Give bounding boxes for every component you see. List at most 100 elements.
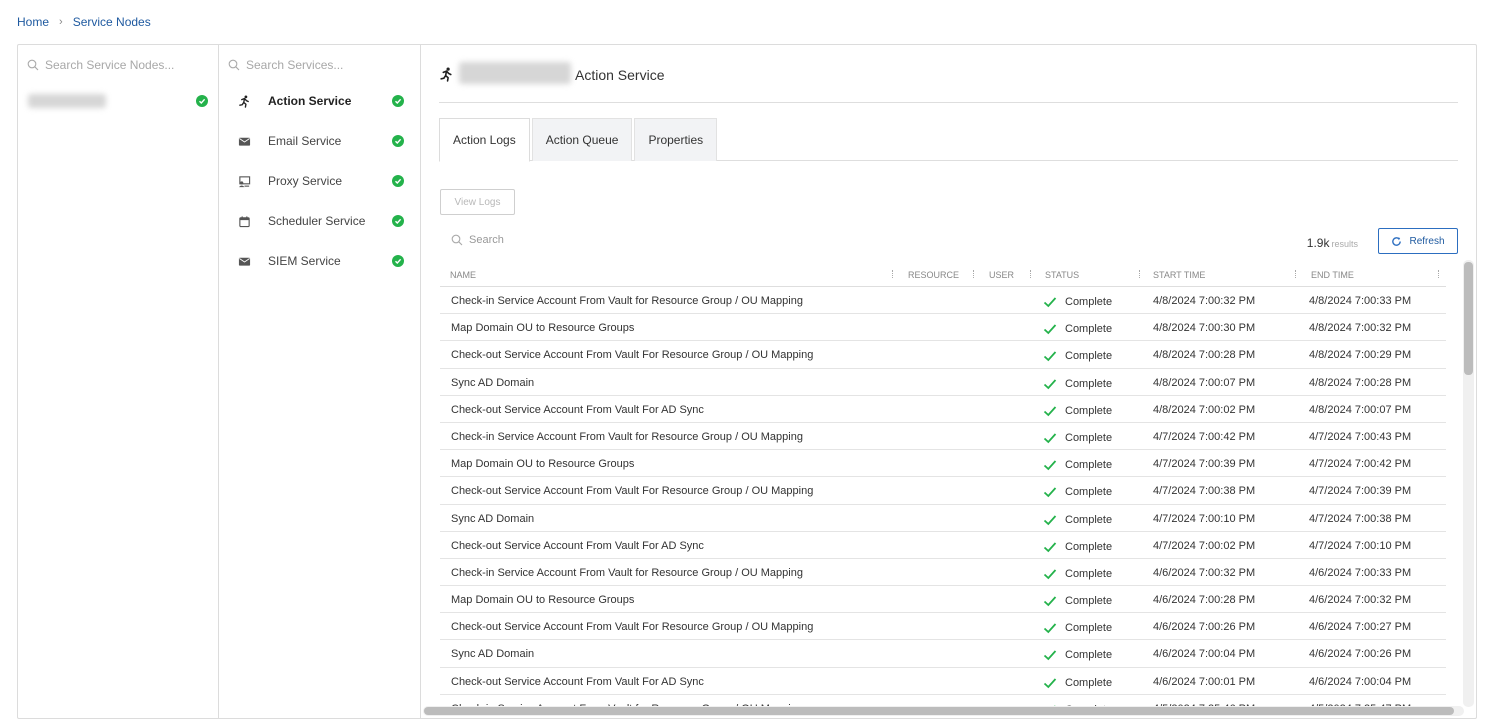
column-resize-handle[interactable] <box>973 270 974 278</box>
column-resize-handle[interactable] <box>1438 270 1439 278</box>
column-header-end-time[interactable]: End Time <box>1311 270 1354 280</box>
table-row[interactable]: Check-in Service Account From Vault for … <box>440 559 1446 587</box>
cell-start-time: 4/8/2024 7:00:28 PM <box>1153 349 1256 362</box>
breadcrumb-current-link[interactable]: Service Nodes <box>73 15 151 29</box>
chevron-right-icon: › <box>59 16 63 28</box>
cell-end-time: 4/7/2024 7:00:10 PM <box>1309 539 1412 552</box>
table-row[interactable]: Check-out Service Account From Vault For… <box>440 341 1446 369</box>
table-row[interactable]: Map Domain OU to Resource Groups Complete… <box>440 314 1446 342</box>
search-icon <box>451 234 463 246</box>
results-count: 1.9k results <box>1307 236 1358 250</box>
cell-status: Complete <box>1043 485 1112 499</box>
vertical-scrollbar[interactable] <box>1463 260 1474 707</box>
cell-name: Check-out Service Account From Vault For… <box>451 403 704 416</box>
cell-end-time: 4/8/2024 7:00:07 PM <box>1309 403 1412 416</box>
service-item-scheduler[interactable]: Scheduler Service <box>237 210 404 232</box>
service-detail-panel: Action Service Action Logs Action Queue … <box>421 45 1476 718</box>
cell-status: Complete <box>1043 404 1112 418</box>
cell-name: Check-out Service Account From Vault For… <box>451 349 814 362</box>
check-icon <box>1043 324 1057 335</box>
service-search <box>228 56 411 74</box>
cell-start-time: 4/7/2024 7:00:42 PM <box>1153 430 1256 443</box>
cell-status: Complete <box>1043 513 1112 527</box>
check-circle-icon <box>392 215 404 227</box>
table-row[interactable]: Check-out Service Account From Vault For… <box>440 396 1446 423</box>
service-item-proxy[interactable]: Proxy Service <box>237 170 404 192</box>
tab-action-logs[interactable]: Action Logs <box>439 118 530 162</box>
check-icon <box>1043 623 1057 634</box>
cell-status: Complete <box>1043 540 1112 554</box>
service-item-label: Scheduler Service <box>268 214 366 228</box>
table-row[interactable]: Check-out Service Account From Vault For… <box>440 668 1446 695</box>
runner-icon <box>237 94 251 108</box>
status-label: Complete <box>1065 649 1113 662</box>
check-icon <box>1043 378 1057 389</box>
horizontal-scrollbar[interactable] <box>423 706 1464 716</box>
cell-start-time: 4/7/2024 7:00:39 PM <box>1153 458 1256 471</box>
cell-start-time: 4/6/2024 7:00:01 PM <box>1153 675 1256 688</box>
cell-start-time: 4/6/2024 7:00:28 PM <box>1153 594 1256 607</box>
node-item[interactable] <box>28 91 208 111</box>
service-search-input[interactable] <box>246 58 411 72</box>
check-icon <box>1043 297 1057 308</box>
refresh-button[interactable]: Refresh <box>1378 228 1458 254</box>
detail-tabs: Action Logs Action Queue Properties <box>439 118 1458 162</box>
service-item-siem[interactable]: SIEM Service <box>237 250 404 272</box>
cell-start-time: 4/6/2024 7:00:04 PM <box>1153 648 1256 661</box>
table-row[interactable]: Sync AD Domain Complete 4/6/2024 7:00:04 P… <box>440 640 1446 668</box>
cell-status: Complete <box>1043 349 1112 363</box>
page-title: Action Service <box>575 67 665 83</box>
column-resize-handle[interactable] <box>1030 270 1031 278</box>
column-header-user[interactable]: User <box>989 270 1014 280</box>
breadcrumb-home-link[interactable]: Home <box>17 15 49 29</box>
service-item-action[interactable]: Action Service <box>237 90 404 112</box>
column-header-start-time[interactable]: Start Time <box>1153 270 1205 280</box>
envelope-icon <box>237 254 251 268</box>
status-label: Complete <box>1065 377 1113 390</box>
scrollbar-thumb[interactable] <box>1464 262 1473 375</box>
table-row[interactable]: Check-in Service Account From Vault for … <box>440 287 1446 315</box>
table-row[interactable]: Map Domain OU to Resource Groups Complete… <box>440 586 1446 614</box>
cell-name: Check-out Service Account From Vault For… <box>451 675 704 688</box>
tab-properties[interactable]: Properties <box>634 118 718 161</box>
check-circle-icon <box>196 95 208 107</box>
node-search <box>27 56 209 74</box>
status-label: Complete <box>1065 296 1113 308</box>
column-resize-handle[interactable] <box>1139 270 1140 278</box>
status-label: Complete <box>1065 486 1113 499</box>
cell-name: Check-in Service Account From Vault for … <box>451 295 803 307</box>
cell-status: Complete <box>1043 295 1112 309</box>
table-row[interactable]: Check-in Service Account From Vault for … <box>440 423 1446 451</box>
check-circle-icon <box>392 95 404 107</box>
cell-start-time: 4/8/2024 7:00:30 PM <box>1153 322 1256 335</box>
column-resize-handle[interactable] <box>1295 270 1296 278</box>
cell-status: Complete <box>1043 594 1112 608</box>
table-row[interactable]: Map Domain OU to Resource Groups Complete… <box>440 450 1446 478</box>
table-row[interactable]: Sync AD Domain Complete 4/8/2024 7:00:07 P… <box>440 369 1446 396</box>
node-search-input[interactable] <box>45 58 209 72</box>
cell-status: Complete <box>1043 621 1112 635</box>
service-nodes-column <box>18 45 219 718</box>
tab-action-queue[interactable]: Action Queue <box>531 118 633 161</box>
check-icon <box>1043 406 1057 417</box>
check-icon <box>1043 569 1057 580</box>
table-row[interactable]: Check-out Service Account From Vault For… <box>440 477 1446 505</box>
table-search[interactable]: Search <box>451 234 504 246</box>
view-logs-button[interactable]: View Logs <box>440 189 515 215</box>
check-circle-icon <box>392 255 404 267</box>
column-header-status[interactable]: Status <box>1045 270 1079 280</box>
service-item-email[interactable]: Email Service <box>237 130 404 152</box>
cell-end-time: 4/6/2024 7:00:04 PM <box>1309 675 1412 688</box>
check-icon <box>1043 542 1057 552</box>
column-resize-handle[interactable] <box>892 270 893 278</box>
check-icon <box>1043 433 1057 444</box>
column-header-resource[interactable]: Resource <box>908 270 959 280</box>
column-header-name[interactable]: Name <box>450 270 476 280</box>
cell-name: Check-out Service Account From Vault For… <box>451 485 814 498</box>
table-row[interactable]: Check-out Service Account From Vault For… <box>440 532 1446 559</box>
refresh-icon <box>1392 236 1402 246</box>
table-row[interactable]: Check-out Service Account From Vault For… <box>440 613 1446 641</box>
service-header: Action Service <box>439 62 1458 103</box>
table-row[interactable]: Sync AD Domain Complete 4/7/2024 7:00:10 P… <box>440 505 1446 532</box>
scrollbar-thumb[interactable] <box>424 707 1454 715</box>
